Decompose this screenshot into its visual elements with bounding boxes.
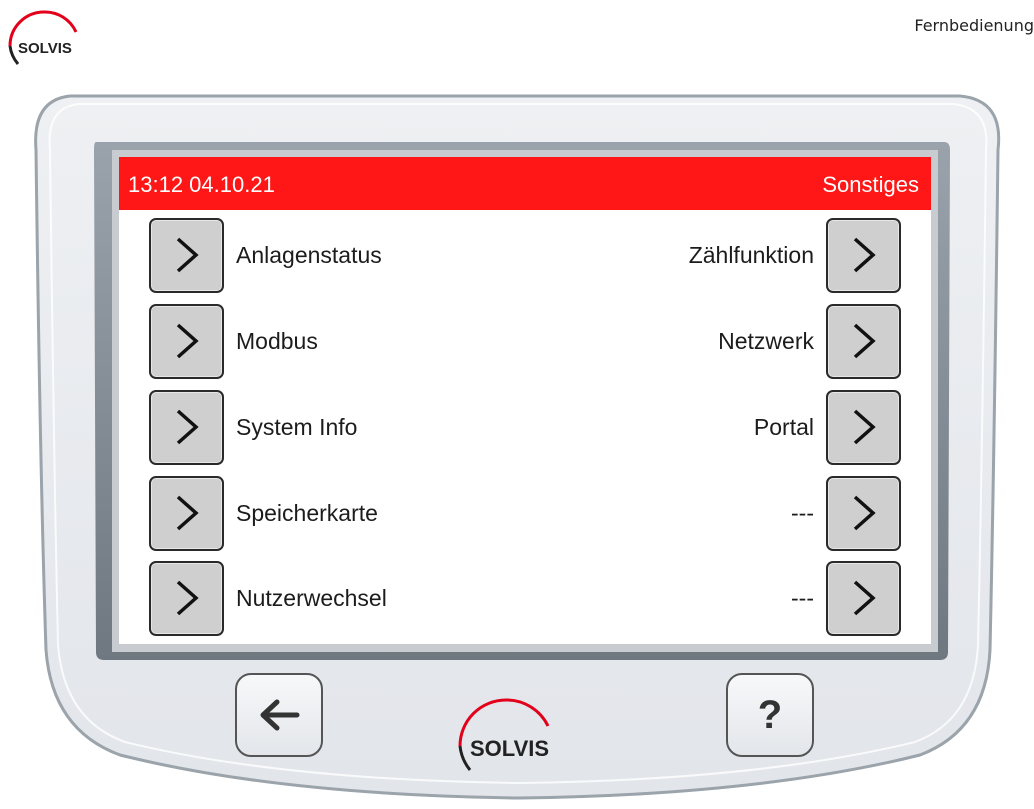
device-solvis-logo: SOLVIS xyxy=(446,690,606,776)
chevron-right-icon xyxy=(853,495,876,531)
chevron-right-icon xyxy=(853,323,876,359)
chevron-right-icon xyxy=(176,237,199,273)
menu-label: Portal xyxy=(753,413,814,440)
back-button[interactable] xyxy=(235,673,323,757)
menu-label: --- xyxy=(791,499,814,526)
status-bar: 13:12 04.10.21 Sonstiges xyxy=(119,157,931,210)
help-icon: ? xyxy=(757,692,783,737)
menu-item-zaehlfunktion[interactable]: Zählfunktion xyxy=(689,217,901,293)
status-datetime: 13:12 04.10.21 xyxy=(128,172,275,197)
solvis-logo: SOLVIS xyxy=(4,6,116,70)
menu-item-system-info[interactable]: System Info xyxy=(149,389,357,465)
portal-button[interactable] xyxy=(826,389,901,465)
menu-label: System Info xyxy=(236,413,358,440)
menu-label: Modbus xyxy=(236,327,318,354)
solvis-logo-text: SOLVIS xyxy=(18,40,72,57)
netzwerk-button[interactable] xyxy=(826,303,901,379)
nutzerwechsel-button[interactable] xyxy=(149,560,224,636)
screen-title: Sonstiges xyxy=(822,172,919,197)
menu-item-portal[interactable]: Portal xyxy=(754,389,901,465)
modbus-button[interactable] xyxy=(149,303,224,379)
menu-item-nutzerwechsel[interactable]: Nutzerwechsel xyxy=(149,560,387,636)
display-screen: 13:12 04.10.21 Sonstiges Anlagenstatus M… xyxy=(119,157,931,644)
system-info-button[interactable] xyxy=(149,389,224,465)
menu-label: --- xyxy=(791,584,814,611)
speicherkarte-button[interactable] xyxy=(149,475,224,551)
arrow-left-icon xyxy=(260,699,300,731)
menu-label: Nutzerwechsel xyxy=(236,584,387,611)
menu-label: Zählfunktion xyxy=(688,241,814,268)
chevron-right-icon xyxy=(176,323,199,359)
menu-item-speicherkarte[interactable]: Speicherkarte xyxy=(149,475,378,551)
header-caption: Fernbedienung xyxy=(914,16,1034,35)
menu-item-empty-2[interactable]: --- xyxy=(791,560,901,636)
help-button[interactable]: ? xyxy=(726,673,814,757)
device-logo-text: SOLVIS xyxy=(470,736,549,761)
chevron-right-icon xyxy=(176,409,199,445)
menu-item-netzwerk[interactable]: Netzwerk xyxy=(718,303,901,379)
chevron-right-icon xyxy=(176,580,199,616)
menu-label: Anlagenstatus xyxy=(236,241,382,268)
menu-item-modbus[interactable]: Modbus xyxy=(149,303,318,379)
chevron-right-icon xyxy=(853,409,876,445)
empty-slot-button[interactable] xyxy=(826,475,901,551)
menu-item-anlagenstatus[interactable]: Anlagenstatus xyxy=(149,217,382,293)
menu-label: Netzwerk xyxy=(718,327,814,354)
menu-label: Speicherkarte xyxy=(236,499,378,526)
zaehlfunktion-button[interactable] xyxy=(826,217,901,293)
chevron-right-icon xyxy=(176,495,199,531)
empty-slot-button[interactable] xyxy=(826,560,901,636)
anlagenstatus-button[interactable] xyxy=(149,217,224,293)
chevron-right-icon xyxy=(853,580,876,616)
menu-item-empty-1[interactable]: --- xyxy=(791,475,901,551)
chevron-right-icon xyxy=(853,237,876,273)
